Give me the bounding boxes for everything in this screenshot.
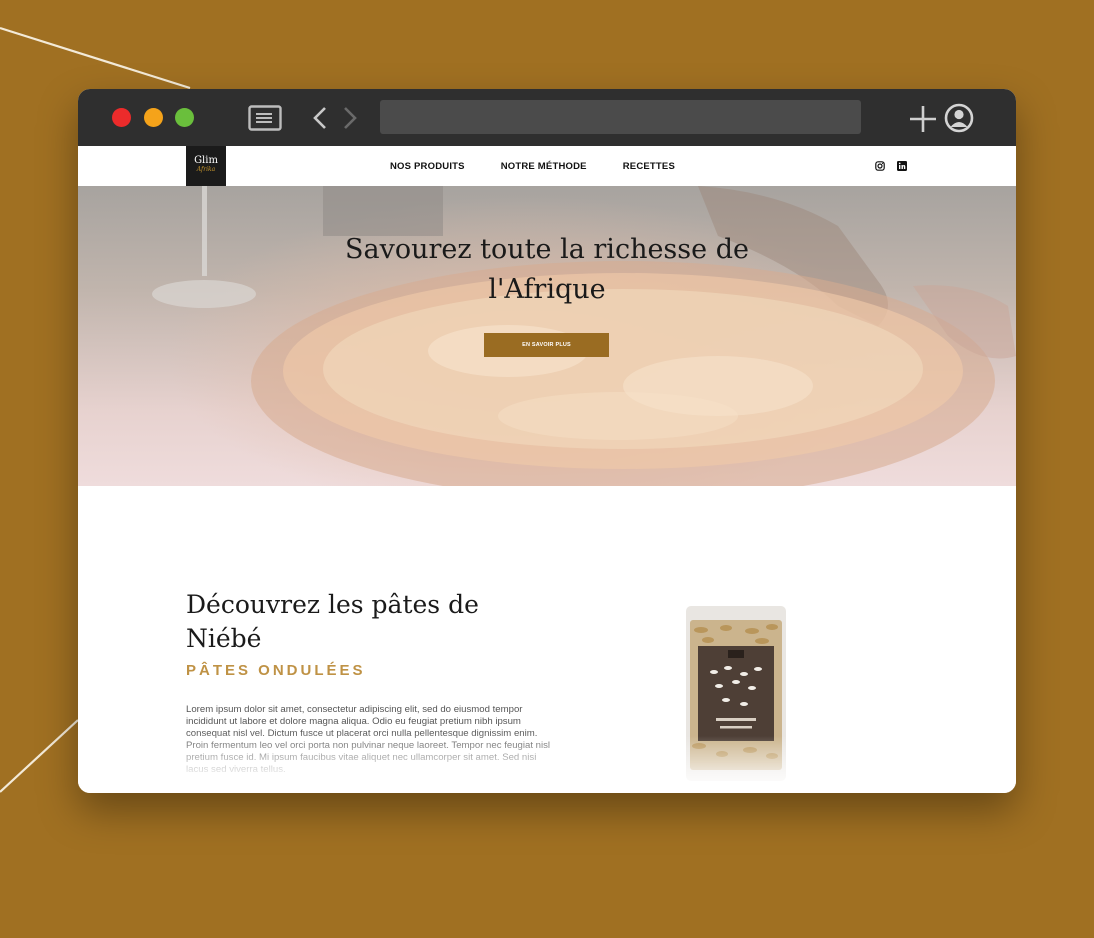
nav-link-recipes[interactable]: RECETTES [623,161,675,172]
address-bar[interactable] [380,100,861,134]
nav-link-products[interactable]: NOS PRODUITS [390,161,465,172]
site-navbar: Glim Afrika NOS PRODUITS NOTRE MÉTHODE R… [78,146,1016,186]
minimize-window-button[interactable] [144,108,163,127]
browser-titlebar [78,89,1016,146]
product-title-line-2: Niébé [186,624,262,653]
product-title: Découvrez les pâtes de Niébé [186,588,506,656]
hero-title-line-1: Savourez toute la richesse de [345,234,749,265]
nav-link-method[interactable]: NOTRE MÉTHODE [501,161,587,172]
product-title-line-1: Découvrez les pâtes de [186,590,479,619]
product-section: Découvrez les pâtes de Niébé PÂTES ONDUL… [78,486,1016,793]
instagram-icon[interactable] [875,161,885,171]
hero-banner: Savourez toute la richesse de l'Afrique … [78,186,1016,486]
description-fade [178,731,578,793]
back-arrow-icon[interactable] [312,106,328,130]
browser-window: Glim Afrika NOS PRODUITS NOTRE MÉTHODE R… [78,89,1016,793]
maximize-window-button[interactable] [175,108,194,127]
new-tab-plus-icon[interactable] [908,104,938,134]
close-window-button[interactable] [112,108,131,127]
product-subtitle: PÂTES ONDULÉES [186,662,366,679]
logo-text: Glim [194,155,218,166]
nav-menu: NOS PRODUITS NOTRE MÉTHODE RECETTES [390,146,711,186]
forward-arrow-icon[interactable] [342,106,358,130]
linkedin-icon[interactable] [897,161,907,171]
learn-more-button[interactable]: EN SAVOIR PLUS [484,333,609,357]
hero-title-line-2: l'Afrique [488,274,606,305]
logo-subtext: Afrika [196,166,216,173]
package-fade [678,736,798,793]
site-logo[interactable]: Glim Afrika [186,146,226,186]
user-account-icon[interactable] [944,103,974,133]
sidebar-toggle-icon[interactable] [248,105,282,131]
hero-title: Savourez toute la richesse de l'Afrique [78,230,1016,310]
